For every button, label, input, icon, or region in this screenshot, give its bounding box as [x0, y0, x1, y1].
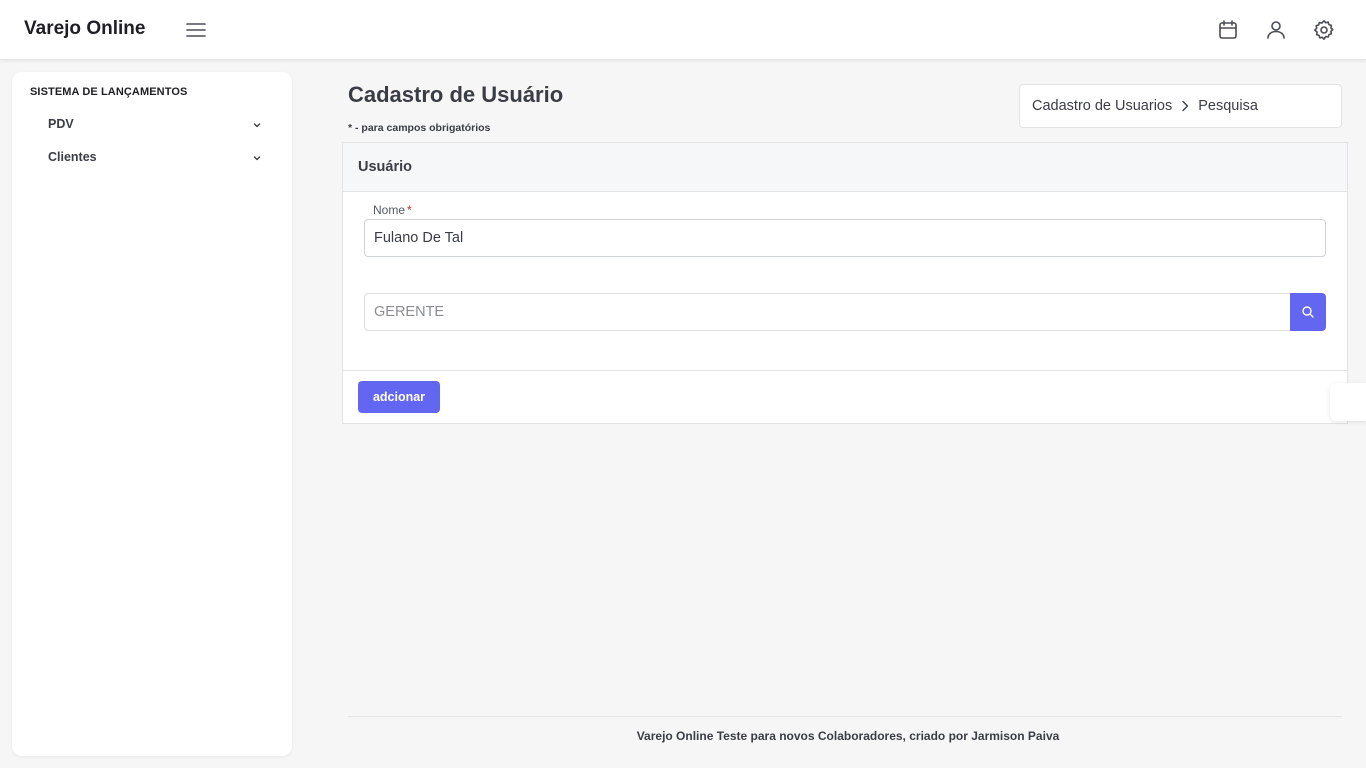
name-field-label: Nome * [373, 203, 412, 217]
sidebar-item-label: Clientes [48, 150, 97, 164]
search-icon [1301, 305, 1315, 319]
add-button[interactable]: adcionar [358, 381, 440, 413]
required-mark: * [407, 203, 412, 217]
sidebar-item-pdv[interactable]: PDV [48, 114, 262, 136]
card-title: Usuário [358, 159, 412, 175]
side-settings-tab[interactable] [1330, 383, 1366, 421]
card-footer: adcionar [343, 370, 1347, 424]
chevron-down-icon [252, 120, 262, 130]
card-header: Usuário [343, 143, 1347, 192]
role-search-button[interactable] [1290, 293, 1326, 331]
role-search-input[interactable] [364, 293, 1290, 331]
calendar-icon[interactable] [1216, 18, 1240, 42]
top-bar: Varejo Online [0, 0, 1366, 60]
name-input[interactable] [364, 219, 1326, 257]
menu-icon[interactable] [184, 18, 208, 42]
footer-credits: Varejo Online Teste para novos Colaborad… [636, 729, 1060, 743]
sidebar-heading: SISTEMA DE LANÇAMENTOS [30, 86, 188, 98]
footer-divider [348, 716, 1342, 717]
page-title: Cadastro de Usuário [348, 82, 564, 107]
sidebar: SISTEMA DE LANÇAMENTOS PDV Clientes [12, 72, 292, 756]
brand-title[interactable]: Varejo Online [24, 18, 145, 40]
required-fields-note: * - para campos obrigatórios [348, 122, 491, 134]
breadcrumb-item-cadastro[interactable]: Cadastro de Usuarios [1032, 98, 1172, 114]
user-form-card: Usuário Nome* adcionar [342, 142, 1348, 424]
breadcrumb: Cadastro de Usuarios Pesquisa [1019, 84, 1342, 128]
user-icon[interactable] [1264, 18, 1288, 42]
name-label-text: Nome [373, 203, 406, 217]
chevron-right-icon [1178, 99, 1192, 113]
chevron-down-icon [252, 153, 262, 163]
sidebar-item-clientes[interactable]: Clientes [48, 147, 262, 169]
gear-icon[interactable] [1312, 18, 1336, 42]
sidebar-item-label: PDV [48, 117, 74, 131]
breadcrumb-item-pesquisa[interactable]: Pesquisa [1198, 98, 1258, 114]
